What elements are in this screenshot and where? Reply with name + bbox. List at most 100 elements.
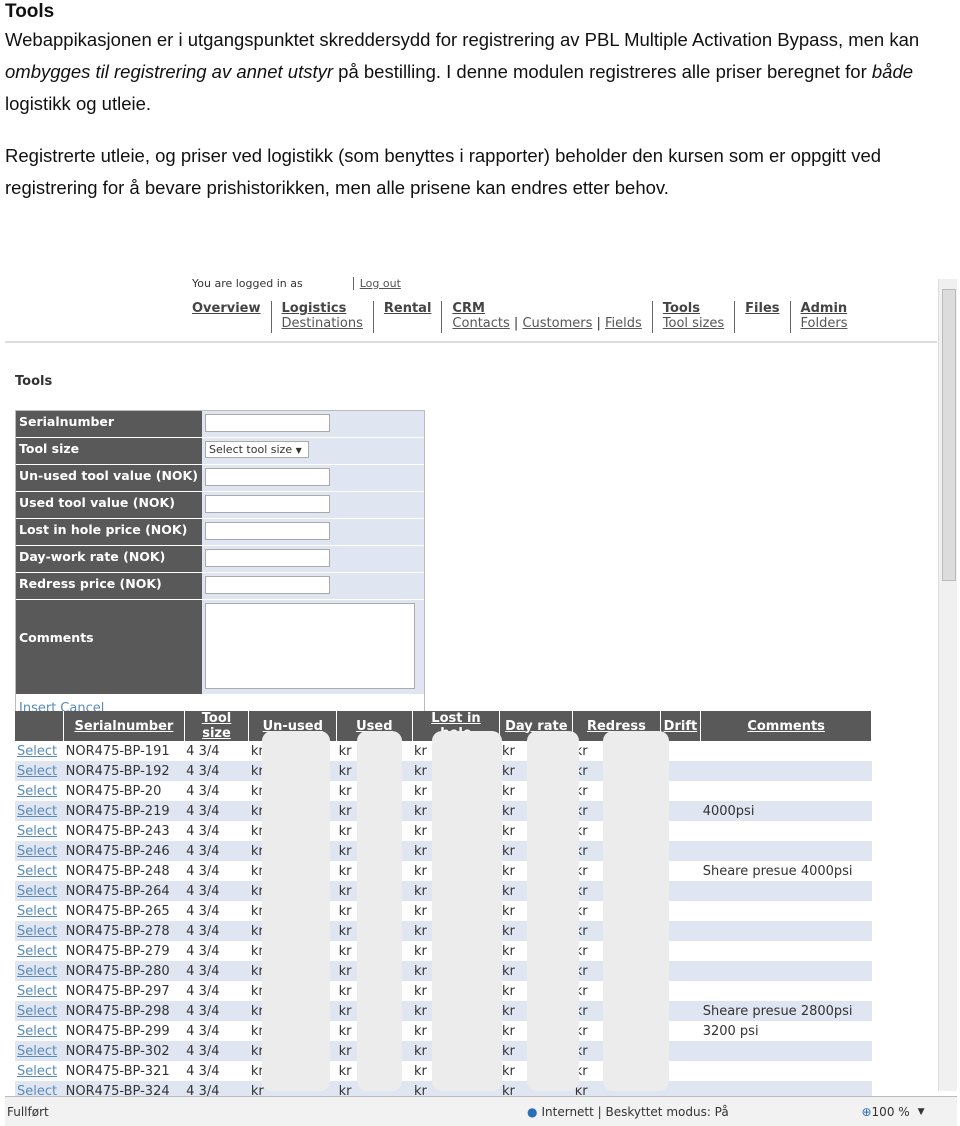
- serial-cell: NOR475-BP-298: [63, 1001, 185, 1021]
- field-input[interactable]: [205, 576, 330, 594]
- nav-tools[interactable]: Tools: [663, 301, 724, 316]
- nav-files[interactable]: Files: [745, 301, 779, 316]
- redacted: [262, 731, 330, 1091]
- comment-cell: [701, 821, 872, 841]
- serial-cell: NOR475-BP-297: [65, 983, 170, 999]
- column-header: [15, 711, 65, 741]
- select-link[interactable]: Select: [15, 861, 64, 881]
- field-input[interactable]: [205, 414, 330, 432]
- text: logistikk og utleie.: [5, 93, 152, 114]
- size-cell: 4 3/4: [186, 1023, 220, 1039]
- column-header[interactable]: Tool size: [184, 711, 250, 741]
- field-label: Serialnumber: [16, 411, 202, 438]
- serial-cell: NOR475-BP-302: [63, 1041, 185, 1061]
- logout-link[interactable]: Log out: [352, 277, 401, 290]
- select-link[interactable]: Select: [15, 781, 64, 801]
- field-input[interactable]: [205, 468, 330, 486]
- comments-textarea[interactable]: [205, 603, 415, 689]
- zoom-level[interactable]: 100 %: [872, 1105, 910, 1119]
- text: ombygges til registrering av annet utsty…: [5, 61, 334, 82]
- document-text: Tools Webappikasjonen er i utgangspunkte…: [5, 0, 955, 204]
- select-link[interactable]: Select: [15, 741, 64, 761]
- size-cell: 4 3/4: [184, 1001, 249, 1021]
- nav-sub-link[interactable]: Tool sizes: [663, 316, 724, 331]
- nav-sub-link[interactable]: Contacts: [452, 316, 509, 331]
- redacted: [357, 731, 402, 1091]
- chevron-down-icon[interactable]: ▼: [918, 1107, 925, 1117]
- main-nav: Overview Logistics Destinations Rental CRM Co…: [192, 301, 867, 333]
- size-cell: 4 3/4: [184, 1041, 249, 1061]
- nav-logistics[interactable]: Logistics: [282, 301, 363, 316]
- paragraph: Webappikasjonen er i utgangspunktet skre…: [5, 24, 955, 120]
- select-link[interactable]: Select: [15, 941, 64, 961]
- nav-admin[interactable]: Admin: [801, 301, 848, 316]
- login-bar: You are logged in as Log out: [192, 277, 401, 290]
- select-link[interactable]: Select: [15, 801, 64, 821]
- field-label: Un-used tool value (NOK): [16, 465, 202, 492]
- select-link[interactable]: Select: [15, 981, 64, 1001]
- select-link[interactable]: Select: [15, 821, 64, 841]
- nav-sub-link[interactable]: Fields: [605, 316, 642, 331]
- field-input[interactable]: [205, 522, 330, 540]
- size-cell: 4 3/4: [186, 1063, 220, 1079]
- scroll-thumb[interactable]: [942, 289, 956, 581]
- nav-sub-link[interactable]: Customers: [522, 316, 592, 331]
- chevron-down-icon: ▼: [295, 446, 302, 455]
- nav-group: Overview: [192, 301, 272, 333]
- column-header[interactable]: Serialnumber: [63, 711, 185, 741]
- nav-sub-link[interactable]: Destinations: [282, 316, 363, 331]
- status-text: Fullført: [7, 1104, 49, 1119]
- nav-group: Logistics Destinations: [282, 301, 374, 333]
- select-link[interactable]: Select: [15, 761, 64, 781]
- select-link[interactable]: Select: [15, 901, 64, 921]
- zoom-icon: ⊕: [861, 1104, 872, 1119]
- select-link[interactable]: Select: [15, 1021, 64, 1041]
- tool-form: Serialnumber Tool size Select tool size ▼ U…: [15, 410, 425, 723]
- serial-cell: NOR475-BP-264: [63, 881, 185, 901]
- nav-group: Files: [745, 301, 791, 333]
- divider: [5, 341, 937, 343]
- comment-cell: [700, 961, 872, 981]
- section-heading: Tools: [5, 1, 55, 22]
- comment-cell: [700, 761, 872, 781]
- comment-cell: [701, 741, 872, 761]
- scrollbar[interactable]: [938, 279, 957, 1091]
- serial-cell: NOR475-BP-20: [65, 783, 162, 799]
- nav-group: Rental: [384, 301, 443, 333]
- globe-icon: ●: [527, 1104, 538, 1119]
- select-link[interactable]: Select: [15, 881, 64, 901]
- select-link[interactable]: Select: [15, 921, 64, 941]
- serial-cell: NOR475-BP-191: [65, 743, 170, 759]
- nav-sub-link[interactable]: Folders: [801, 316, 848, 331]
- text: både: [871, 61, 914, 82]
- tool-size-select[interactable]: Select tool size ▼: [205, 441, 309, 458]
- serial-cell: NOR475-BP-280: [63, 961, 185, 981]
- comment-cell: [701, 901, 872, 921]
- comment-cell: [700, 921, 872, 941]
- nav-overview[interactable]: Overview: [192, 301, 261, 316]
- nav-group: Tools Tool sizes: [663, 301, 736, 333]
- serial-cell: NOR475-BP-278: [63, 921, 185, 941]
- select-link[interactable]: Select: [15, 1041, 64, 1061]
- field-label: Redress price (NOK): [16, 573, 202, 600]
- field-input[interactable]: [205, 549, 330, 567]
- text: Webappikasjonen er i utgangspunktet skre…: [5, 29, 920, 50]
- nav-crm[interactable]: CRM: [452, 301, 641, 316]
- select-link[interactable]: Select: [15, 961, 64, 981]
- size-cell: 4 3/4: [184, 841, 249, 861]
- select-link[interactable]: Select: [15, 841, 64, 861]
- comment-cell: [700, 841, 872, 861]
- comment-cell: [700, 881, 872, 901]
- nav-group: Admin Folders: [801, 301, 858, 333]
- select-link[interactable]: Select: [15, 1061, 64, 1081]
- field-label: Day-work rate (NOK): [16, 546, 202, 573]
- comment-cell: [701, 1061, 872, 1081]
- select-link[interactable]: Select: [15, 1001, 64, 1021]
- serial-cell: NOR475-BP-265: [65, 903, 170, 919]
- nav-rental[interactable]: Rental: [384, 301, 432, 316]
- comment-cell: 4000psi: [700, 801, 872, 821]
- column-header[interactable]: Comments: [700, 711, 872, 741]
- comment-cell: 3200 psi: [702, 1023, 759, 1039]
- serial-cell: NOR475-BP-219: [63, 801, 185, 821]
- field-input[interactable]: [205, 495, 330, 513]
